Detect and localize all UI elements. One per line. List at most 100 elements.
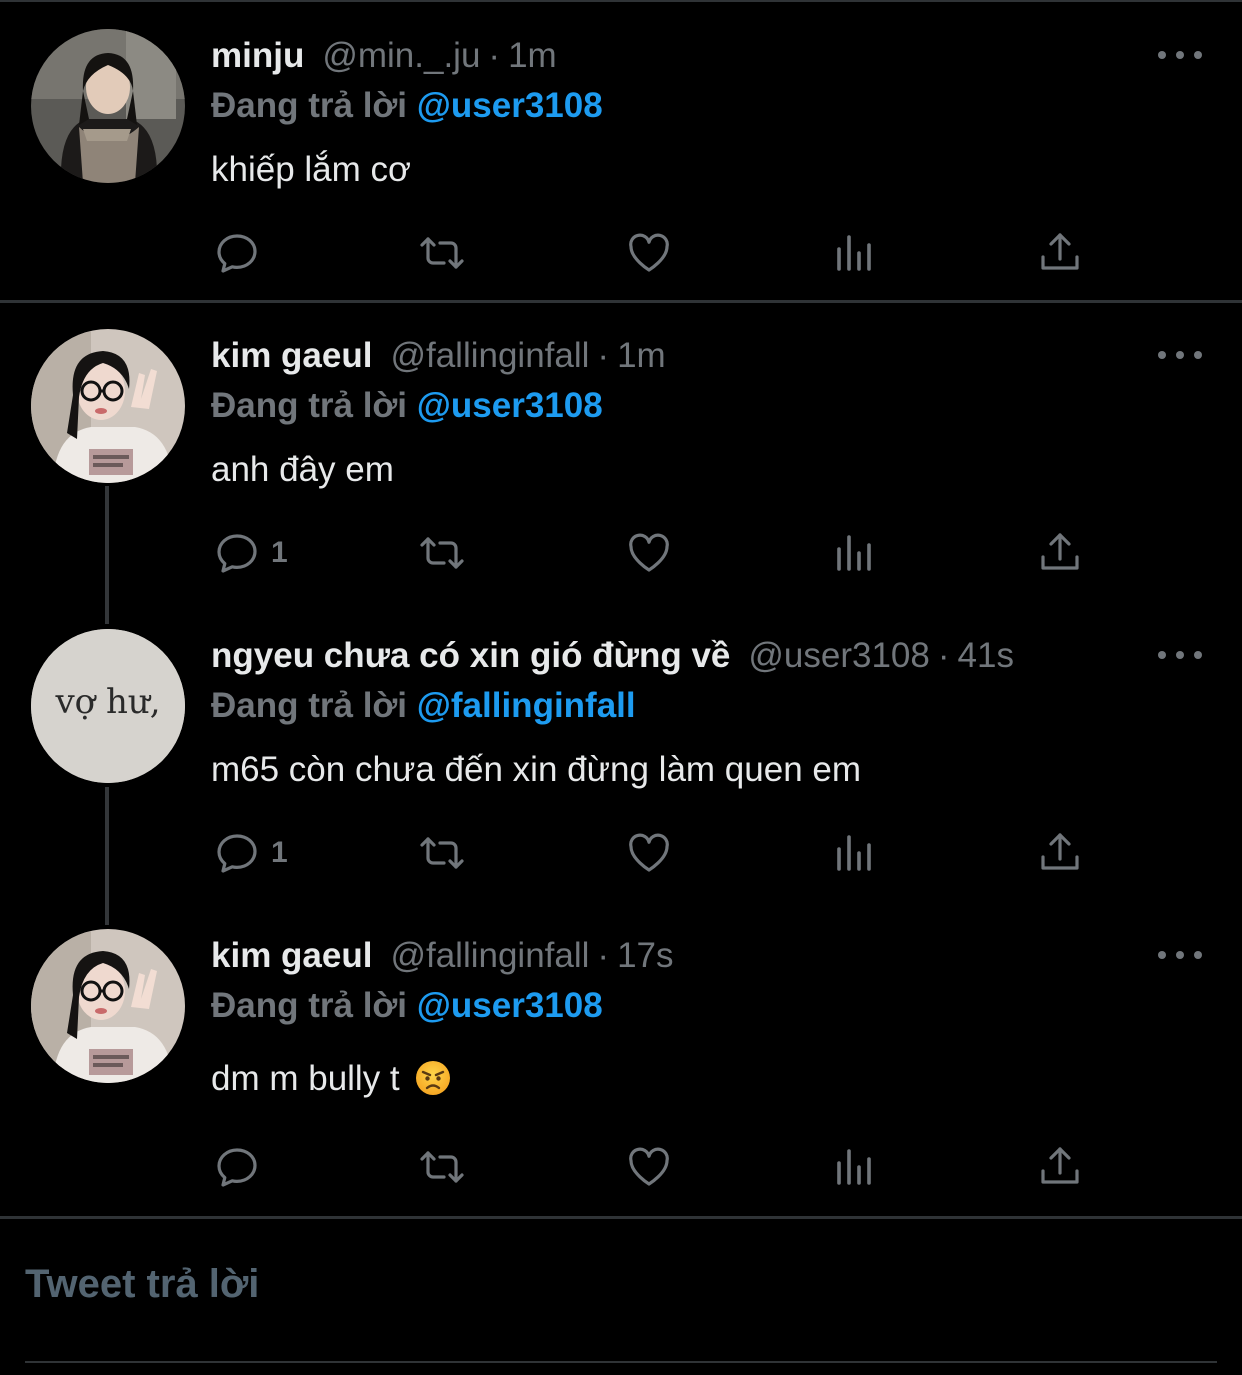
reply-icon bbox=[217, 534, 257, 573]
separator-dot: · bbox=[597, 336, 610, 375]
like-button[interactable] bbox=[625, 529, 673, 577]
tweet-text-content: dm m bully t bbox=[211, 1059, 400, 1098]
more-options-icon[interactable] bbox=[1158, 43, 1202, 67]
tweet-actions: 1 bbox=[213, 829, 1093, 877]
retweet-icon bbox=[420, 537, 464, 569]
avatar[interactable] bbox=[31, 929, 185, 1083]
tweet[interactable]: kim gaeul @fallinginfall · 1m Đang trả l… bbox=[0, 303, 1242, 603]
avatar[interactable] bbox=[31, 29, 185, 183]
tweet-text: m65 còn chưa đến xin đừng làm quen em bbox=[211, 750, 862, 789]
tweet[interactable]: minju @min._.ju · 1m Đang trả lời @user3… bbox=[0, 0, 1242, 300]
replying-to: Đang trả lời @user3108 bbox=[211, 86, 603, 126]
timestamp[interactable]: 17s bbox=[617, 936, 673, 976]
more-options-icon[interactable] bbox=[1158, 643, 1202, 667]
display-name[interactable]: kim gaeul bbox=[211, 336, 372, 376]
share-button[interactable] bbox=[1036, 529, 1084, 577]
analytics-icon bbox=[837, 835, 871, 871]
retweet-icon bbox=[420, 837, 464, 869]
more-options-icon[interactable] bbox=[1158, 943, 1202, 967]
mention-link[interactable]: @user3108 bbox=[417, 986, 603, 1025]
reply-icon bbox=[217, 834, 257, 873]
avatar[interactable]: vợ hư, bbox=[31, 629, 185, 783]
like-button[interactable] bbox=[625, 229, 673, 277]
tweet-actions bbox=[213, 1143, 1093, 1191]
reply-count: 1 bbox=[271, 536, 288, 569]
mention-link[interactable]: @user3108 bbox=[417, 86, 603, 125]
tweet-text: anh đây em bbox=[211, 450, 394, 489]
analytics-icon bbox=[837, 1149, 871, 1185]
reply-button[interactable]: 1 bbox=[213, 529, 288, 577]
angry-face-emoji bbox=[416, 1061, 451, 1095]
tweet-header: kim gaeul @fallinginfall · 17s bbox=[211, 931, 674, 981]
mention-link[interactable]: @user3108 bbox=[417, 386, 603, 425]
separator-dot: · bbox=[937, 636, 950, 675]
replying-to: Đang trả lời @user3108 bbox=[211, 386, 603, 426]
replying-label: Đang trả lời bbox=[211, 386, 408, 425]
tweet[interactable]: vợ hư, ngyeu chưa có xin gió đừng về @us… bbox=[0, 603, 1242, 903]
reply-button[interactable]: 1 bbox=[213, 829, 288, 877]
display-name[interactable]: minju bbox=[211, 36, 304, 76]
retweet-button[interactable] bbox=[418, 529, 466, 577]
tweet-text: dm m bully t bbox=[211, 1059, 451, 1099]
analytics-icon bbox=[837, 235, 871, 271]
username[interactable]: @fallinginfall bbox=[390, 936, 589, 976]
compose-divider bbox=[0, 1216, 1242, 1219]
replying-to: Đang trả lời @user3108 bbox=[211, 986, 603, 1026]
retweet-icon bbox=[420, 1151, 464, 1183]
reply-icon bbox=[217, 234, 257, 273]
views-button[interactable] bbox=[831, 229, 879, 277]
separator-dot: · bbox=[597, 936, 610, 975]
username[interactable]: @min._.ju bbox=[322, 36, 480, 76]
separator-dot: · bbox=[488, 36, 501, 75]
views-button[interactable] bbox=[831, 1143, 879, 1191]
timestamp[interactable]: 1m bbox=[617, 336, 666, 376]
retweet-button[interactable] bbox=[418, 1143, 466, 1191]
heart-icon bbox=[629, 233, 669, 272]
tweet-actions bbox=[213, 229, 1093, 277]
username[interactable]: @fallinginfall bbox=[390, 336, 589, 376]
like-button[interactable] bbox=[625, 1143, 673, 1191]
reply-compose-input[interactable]: Tweet trả lời bbox=[25, 1262, 259, 1307]
share-button[interactable] bbox=[1036, 1143, 1084, 1191]
replying-to: Đang trả lời @fallinginfall bbox=[211, 686, 636, 726]
share-icon bbox=[1041, 1147, 1079, 1184]
more-options-icon[interactable] bbox=[1158, 343, 1202, 367]
share-button[interactable] bbox=[1036, 829, 1084, 877]
heart-icon bbox=[629, 833, 669, 872]
share-icon bbox=[1041, 833, 1079, 870]
avatar-text: vợ hư, bbox=[54, 682, 160, 722]
username[interactable]: @user3108 bbox=[748, 636, 929, 676]
like-button[interactable] bbox=[625, 829, 673, 877]
share-button[interactable] bbox=[1036, 229, 1084, 277]
retweet-button[interactable] bbox=[418, 829, 466, 877]
views-button[interactable] bbox=[831, 529, 879, 577]
replying-label: Đang trả lời bbox=[211, 86, 408, 125]
timestamp[interactable]: 41s bbox=[958, 636, 1014, 676]
tweet-header: kim gaeul @fallinginfall · 1m bbox=[211, 331, 666, 381]
analytics-icon bbox=[837, 535, 871, 571]
heart-icon bbox=[629, 1147, 669, 1186]
timestamp[interactable]: 1m bbox=[508, 36, 557, 76]
display-name[interactable]: ngyeu chưa có xin gió đừng về bbox=[211, 636, 730, 676]
reply-button[interactable] bbox=[213, 1143, 271, 1191]
mention-link[interactable]: @fallinginfall bbox=[417, 686, 636, 725]
compose-underline bbox=[25, 1361, 1217, 1363]
tweet-header: minju @min._.ju · 1m bbox=[211, 31, 557, 81]
share-icon bbox=[1041, 533, 1079, 570]
retweet-icon bbox=[420, 237, 464, 269]
views-button[interactable] bbox=[831, 829, 879, 877]
retweet-button[interactable] bbox=[418, 229, 466, 277]
reply-button[interactable] bbox=[213, 229, 271, 277]
tweet-actions: 1 bbox=[213, 529, 1093, 577]
tweet[interactable]: kim gaeul @fallinginfall · 17s Đang trả … bbox=[0, 903, 1242, 1216]
tweet-header: ngyeu chưa có xin gió đừng về @user3108 … bbox=[211, 631, 1014, 681]
display-name[interactable]: kim gaeul bbox=[211, 936, 372, 976]
avatar[interactable] bbox=[31, 329, 185, 483]
tweet-text: khiếp lắm cơ bbox=[211, 150, 411, 189]
reply-icon bbox=[217, 1148, 257, 1187]
replying-label: Đang trả lời bbox=[211, 686, 408, 725]
heart-icon bbox=[629, 533, 669, 572]
reply-count: 1 bbox=[271, 836, 288, 869]
share-icon bbox=[1041, 233, 1079, 270]
replying-label: Đang trả lời bbox=[211, 986, 408, 1025]
